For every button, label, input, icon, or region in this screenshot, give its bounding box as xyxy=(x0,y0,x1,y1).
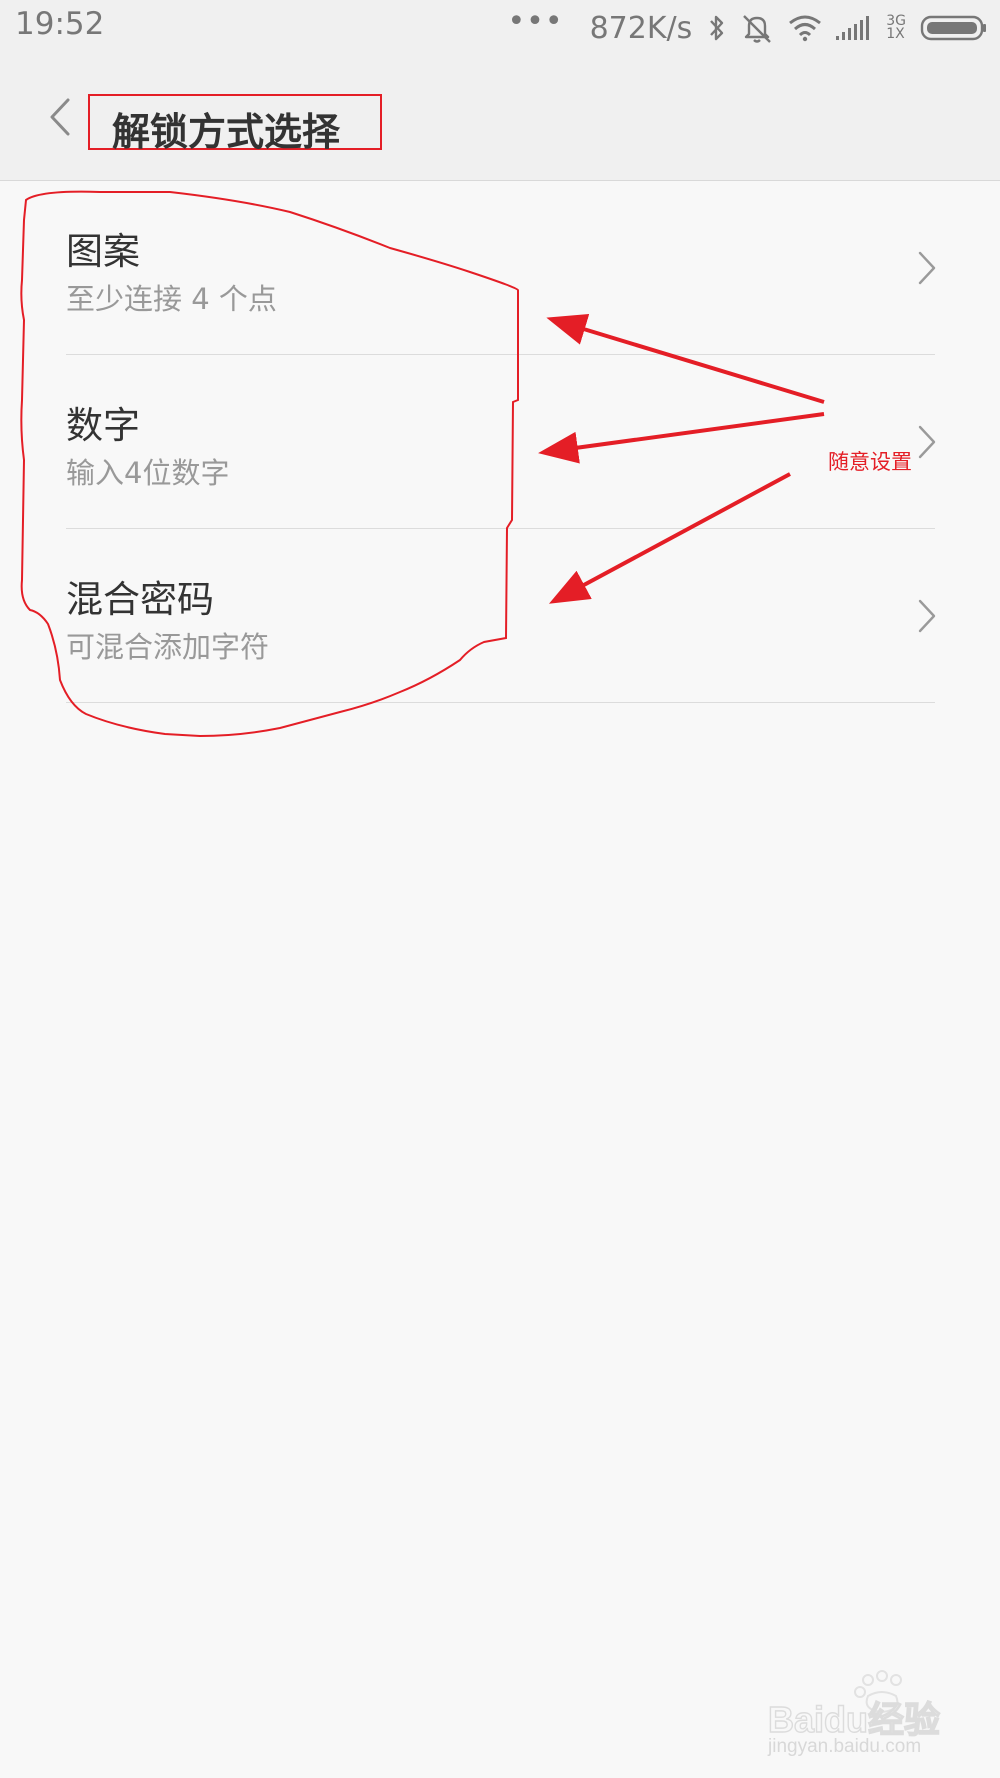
lock-option-subtitle: 输入4位数字 xyxy=(66,456,230,490)
signal-icon xyxy=(836,14,872,42)
network-type-bottom: 1X xyxy=(886,26,905,42)
lock-option-pattern[interactable]: 图案 至少连接 4 个点 xyxy=(0,181,1000,355)
chevron-right-icon xyxy=(918,599,936,633)
chevron-right-icon xyxy=(918,425,936,459)
status-bar: 19:52 ••• 872K/s 3G 1X xyxy=(0,0,1000,56)
page-title-highlight: 解锁方式选择 xyxy=(88,94,382,154)
lock-option-title: 数字 xyxy=(66,404,140,447)
list-divider xyxy=(66,702,935,703)
lock-method-list: 图案 至少连接 4 个点 数字 输入4位数字 混合密码 可混合添加字符 xyxy=(0,181,1000,703)
lock-option-title: 图案 xyxy=(66,230,140,273)
lock-option-pin[interactable]: 数字 输入4位数字 xyxy=(0,355,1000,529)
lock-option-mixed-password[interactable]: 混合密码 可混合添加字符 xyxy=(0,529,1000,703)
network-type: 3G 1X xyxy=(886,14,906,42)
status-time: 19:52 xyxy=(15,6,105,42)
bluetooth-icon xyxy=(708,13,726,43)
battery-icon xyxy=(920,14,988,42)
annotation-label: 随意设置 xyxy=(828,450,912,474)
header-bar: 解锁方式选择 xyxy=(0,56,1000,181)
wifi-icon xyxy=(788,14,822,42)
lock-option-subtitle: 可混合添加字符 xyxy=(66,630,270,664)
watermark-brand: Baidu经验 xyxy=(768,1699,940,1740)
page-title: 解锁方式选择 xyxy=(112,110,341,154)
chevron-right-icon xyxy=(918,251,936,285)
more-notifications-icon: ••• xyxy=(507,4,564,39)
lock-option-title: 混合密码 xyxy=(66,578,214,621)
network-speed: 872K/s xyxy=(589,10,693,46)
watermark-url: jingyan.baidu.com xyxy=(768,1736,922,1757)
back-button[interactable] xyxy=(40,94,80,140)
mute-icon xyxy=(740,12,774,44)
chevron-left-icon xyxy=(50,98,70,136)
status-icons: ••• 872K/s 3G 1X xyxy=(507,4,988,48)
lock-option-subtitle: 至少连接 4 个点 xyxy=(66,282,277,316)
